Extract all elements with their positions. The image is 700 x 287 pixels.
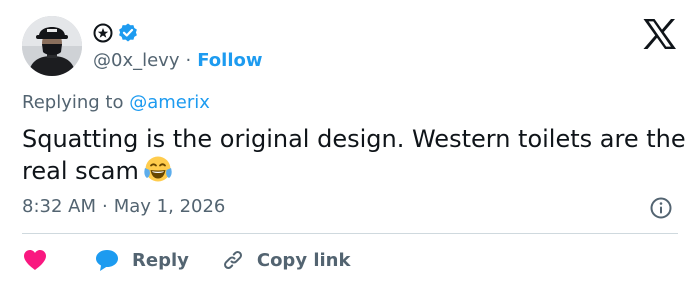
- reply-button[interactable]: Reply: [94, 248, 189, 272]
- speech-bubble-icon: [96, 250, 118, 271]
- tweet-time: 8:32 AM: [22, 196, 96, 217]
- tweet-body: Squatting is the original design. Wester…: [22, 124, 692, 187]
- x-logo-icon[interactable]: [642, 18, 677, 50]
- user-handle[interactable]: @0x_levy: [93, 50, 179, 71]
- copy-link-button[interactable]: Copy link: [221, 248, 351, 272]
- info-icon[interactable]: [649, 196, 673, 220]
- heart-icon: [24, 250, 46, 270]
- follow-button[interactable]: Follow: [197, 50, 262, 71]
- action-bar: Reply Copy link: [22, 246, 350, 274]
- reply-label: Reply: [132, 249, 189, 271]
- tweet-card: @0x_levy · Follow Replying to @amerix Sq…: [0, 0, 700, 287]
- badge-star-icon: [93, 23, 113, 43]
- verified-badge-icon: [119, 23, 137, 42]
- tweet-timestamp[interactable]: 8:32 AM · May 1, 2026: [22, 196, 225, 217]
- tweet-date: May 1, 2026: [113, 196, 226, 217]
- like-button[interactable]: [22, 248, 48, 272]
- face-with-tears-of-joy-emoji: [144, 156, 172, 182]
- replying-prefix: Replying to: [22, 92, 124, 113]
- separator-dot: ·: [102, 196, 108, 217]
- replying-to-line: Replying to @amerix: [22, 92, 210, 113]
- handle-row: @0x_levy · Follow: [93, 48, 263, 72]
- link-icon: [223, 251, 242, 269]
- tweet-text: Squatting is the original design. Wester…: [22, 125, 686, 185]
- name-row: [93, 22, 139, 44]
- copy-link-label: Copy link: [256, 249, 351, 271]
- divider: [22, 233, 678, 234]
- replying-handle-link[interactable]: @amerix: [129, 92, 210, 113]
- avatar-image: [22, 16, 82, 76]
- separator-dot: ·: [185, 49, 192, 71]
- avatar[interactable]: [22, 16, 82, 76]
